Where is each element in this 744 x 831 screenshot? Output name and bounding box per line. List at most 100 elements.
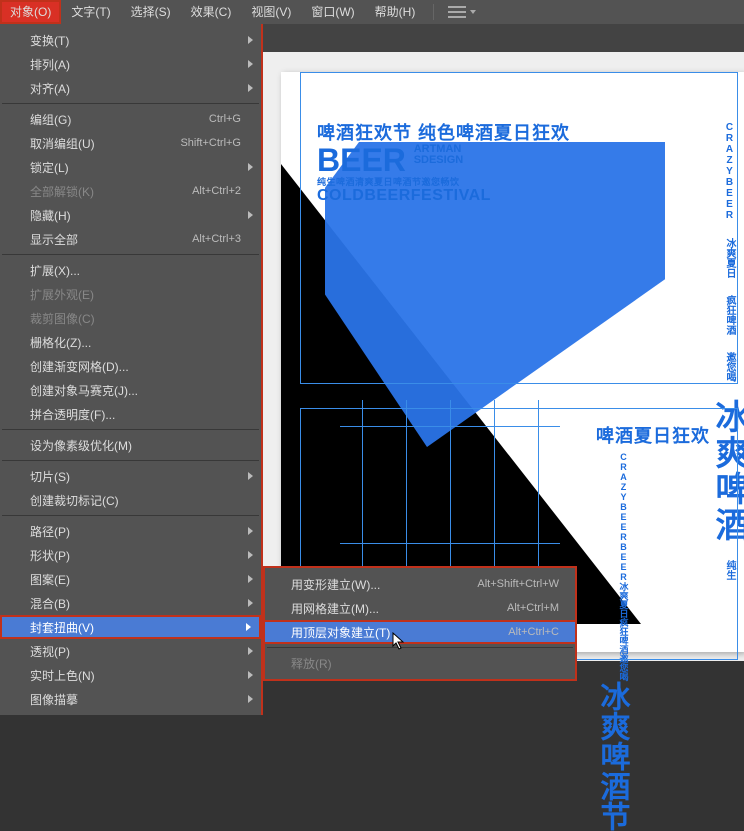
submenu-item[interactable]: 用网格建立(M)...Alt+Ctrl+M [265, 596, 575, 620]
menu-item-label: 编组(G) [30, 111, 209, 128]
menu-item-label: 排列(A) [30, 56, 241, 73]
menu-item[interactable]: 实时上色(N) [0, 663, 261, 687]
menu-separator [267, 647, 573, 648]
menu-item-label: 栅格化(Z)... [30, 334, 241, 351]
menu-item-label: 隐藏(H) [30, 207, 241, 224]
menu-item-label: 形状(P) [30, 547, 241, 564]
menu-item-label: 显示全部 [30, 231, 192, 248]
menu-shortcut: Alt+Ctrl+M [507, 602, 559, 614]
chevron-right-icon [248, 575, 253, 583]
menu-item-label: 创建渐变网格(D)... [30, 358, 241, 375]
menu-item-label: 拼合透明度(F)... [30, 406, 241, 423]
menu-item[interactable]: 变换(T) [0, 28, 261, 52]
chevron-right-icon [248, 599, 253, 607]
document-tab-bar [263, 24, 744, 52]
submenu-item[interactable]: 用变形建立(W)...Alt+Shift+Ctrl+W [265, 572, 575, 596]
menu-item[interactable]: 创建对象马赛克(J)... [0, 378, 261, 402]
menubar-item-help[interactable]: 帮助(H) [365, 0, 426, 24]
menu-shortcut: Alt+Shift+Ctrl+W [477, 578, 559, 590]
envelope-distort-submenu: 用变形建立(W)...Alt+Shift+Ctrl+W用网格建立(M)...Al… [263, 566, 577, 681]
chevron-right-icon [248, 551, 253, 559]
menu-item[interactable]: 透视(P) [0, 639, 261, 663]
menu-item[interactable]: 隐藏(H) [0, 203, 261, 227]
object-menu-dropdown: 变换(T)排列(A)对齐(A)编组(G)Ctrl+G取消编组(U)Shift+C… [0, 24, 263, 715]
menubar: 对象(O) 文字(T) 选择(S) 效果(C) 视图(V) 窗口(W) 帮助(H… [0, 0, 744, 24]
menu-item: 扩展外观(E) [0, 282, 261, 306]
menu-separator [2, 429, 259, 430]
menu-item[interactable]: 排列(A) [0, 52, 261, 76]
menu-item-label: 全部解锁(K) [30, 183, 192, 200]
menubar-item-view[interactable]: 视图(V) [241, 0, 301, 24]
menu-item[interactable]: 封套扭曲(V) [0, 615, 261, 639]
menu-item: 全部解锁(K)Alt+Ctrl+2 [0, 179, 261, 203]
menu-item[interactable]: 路径(P) [0, 519, 261, 543]
menu-item-label: 透视(P) [30, 643, 241, 660]
menu-item[interactable]: 编组(G)Ctrl+G [0, 107, 261, 131]
menubar-item-window[interactable]: 窗口(W) [301, 0, 364, 24]
menubar-item-select[interactable]: 选择(S) [121, 0, 181, 24]
chevron-right-icon [248, 36, 253, 44]
menubar-item-type[interactable]: 文字(T) [61, 0, 120, 24]
menu-separator [2, 515, 259, 516]
chevron-right-icon [248, 211, 253, 219]
chevron-right-icon [248, 84, 253, 92]
menu-item-label: 用变形建立(W)... [291, 576, 477, 593]
menu-item[interactable]: 锁定(L) [0, 155, 261, 179]
menu-item[interactable]: 切片(S) [0, 464, 261, 488]
chevron-right-icon [248, 647, 253, 655]
menu-shortcut: Shift+Ctrl+G [180, 137, 241, 149]
menu-item-label: 设为像素级优化(M) [30, 437, 241, 454]
menu-item[interactable]: 形状(P) [0, 543, 261, 567]
menu-item[interactable]: 创建裁切标记(C) [0, 488, 261, 512]
menu-item[interactable]: 拼合透明度(F)... [0, 402, 261, 426]
menu-shortcut: Alt+Ctrl+3 [192, 233, 241, 245]
menu-item-label: 裁剪图像(C) [30, 310, 241, 327]
menubar-alignment-control[interactable] [442, 6, 476, 18]
chevron-right-icon [248, 472, 253, 480]
menu-item-label: 锁定(L) [30, 159, 241, 176]
chevron-right-icon [248, 60, 253, 68]
menu-item-label: 实时上色(N) [30, 667, 241, 684]
menu-item-label: 图像描摹 [30, 691, 241, 708]
menu-item[interactable]: 设为像素级优化(M) [0, 433, 261, 457]
menubar-item-effect[interactable]: 效果(C) [181, 0, 242, 24]
menu-item-label: 扩展外观(E) [30, 286, 241, 303]
menubar-item-object[interactable]: 对象(O) [0, 0, 61, 24]
menu-shortcut: Alt+Ctrl+2 [192, 185, 241, 197]
menu-item[interactable]: 图像描摹 [0, 687, 261, 711]
chevron-right-icon [246, 623, 251, 631]
paragraph-icon [448, 6, 466, 18]
menu-separator [2, 103, 259, 104]
menu-item[interactable]: 图案(E) [0, 567, 261, 591]
chevron-right-icon [248, 163, 253, 171]
menu-item-label: 释放(R) [291, 655, 559, 672]
menu-item-label: 创建裁切标记(C) [30, 492, 241, 509]
submenu-item: 释放(R) [265, 651, 575, 675]
menu-item[interactable]: 栅格化(Z)... [0, 330, 261, 354]
menu-item-label: 变换(T) [30, 32, 241, 49]
menu-item-label: 取消编组(U) [30, 135, 180, 152]
chevron-right-icon [248, 671, 253, 679]
menu-item[interactable]: 对齐(A) [0, 76, 261, 100]
menu-item: 裁剪图像(C) [0, 306, 261, 330]
menu-separator [2, 254, 259, 255]
menu-item-label: 扩展(X)... [30, 262, 241, 279]
menu-shortcut: Ctrl+G [209, 113, 241, 125]
menu-item[interactable]: 取消编组(U)Shift+Ctrl+G [0, 131, 261, 155]
menu-item[interactable]: 混合(B) [0, 591, 261, 615]
menu-shortcut: Alt+Ctrl+C [508, 626, 559, 638]
selection-box[interactable] [300, 72, 738, 384]
menu-item-label: 对齐(A) [30, 80, 241, 97]
menubar-separator [433, 4, 434, 20]
menu-item-label: 用网格建立(M)... [291, 600, 507, 617]
submenu-item[interactable]: 用顶层对象建立(T)Alt+Ctrl+C [263, 620, 577, 644]
cursor-icon [392, 632, 406, 650]
menu-item[interactable]: 显示全部Alt+Ctrl+3 [0, 227, 261, 251]
menu-separator [2, 460, 259, 461]
menu-item[interactable]: 扩展(X)... [0, 258, 261, 282]
chevron-right-icon [248, 695, 253, 703]
chevron-down-icon [470, 10, 476, 14]
menu-item-label: 路径(P) [30, 523, 241, 540]
chevron-right-icon [248, 527, 253, 535]
menu-item[interactable]: 创建渐变网格(D)... [0, 354, 261, 378]
